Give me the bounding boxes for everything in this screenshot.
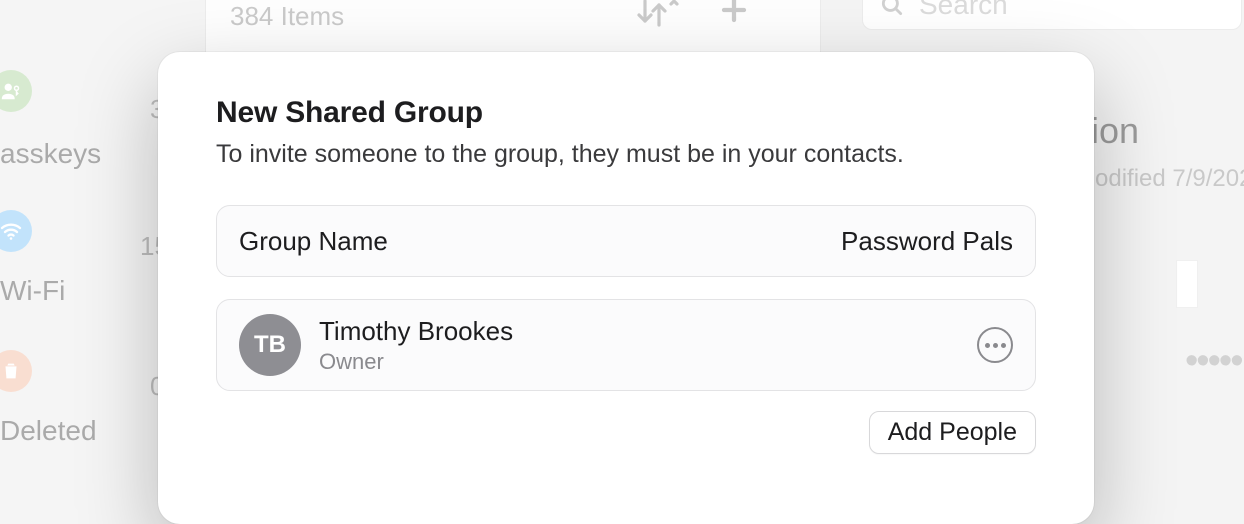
search-icon — [879, 0, 905, 18]
group-name-row[interactable]: Group Name — [216, 205, 1036, 277]
passkeys-icon — [0, 70, 32, 112]
add-icon[interactable] — [719, 0, 749, 31]
dialog-subtitle: To invite someone to the group, they mus… — [216, 140, 1036, 169]
text-cursor — [1176, 260, 1198, 308]
search-placeholder: Search — [919, 0, 1008, 21]
member-row: TB Timothy Brookes Owner — [216, 299, 1036, 391]
items-count-label: 384 Items — [230, 1, 344, 32]
detail-more-dots[interactable]: ••••• — [1185, 340, 1242, 383]
detail-modified-fragment: odified 7/9/202 — [1095, 165, 1244, 193]
sidebar-item-label: Wi-Fi — [0, 275, 65, 307]
member-role: Owner — [319, 349, 959, 375]
dialog-title: New Shared Group — [216, 96, 1036, 130]
trash-icon — [0, 350, 32, 392]
wifi-icon — [0, 210, 32, 252]
sidebar-item-label: asskeys — [0, 138, 101, 170]
member-more-button[interactable] — [977, 327, 1013, 363]
sidebar-item-label: Deleted — [0, 415, 97, 447]
new-shared-group-dialog: New Shared Group To invite someone to th… — [158, 52, 1094, 524]
add-people-button[interactable]: Add People — [869, 411, 1036, 454]
group-name-label: Group Name — [239, 226, 388, 257]
search-field[interactable]: Search — [862, 0, 1242, 30]
sort-icon[interactable] — [635, 0, 679, 31]
member-name: Timothy Brookes — [319, 316, 959, 347]
group-name-input[interactable] — [626, 226, 1013, 257]
ellipsis-icon — [985, 343, 990, 348]
avatar: TB — [239, 314, 301, 376]
